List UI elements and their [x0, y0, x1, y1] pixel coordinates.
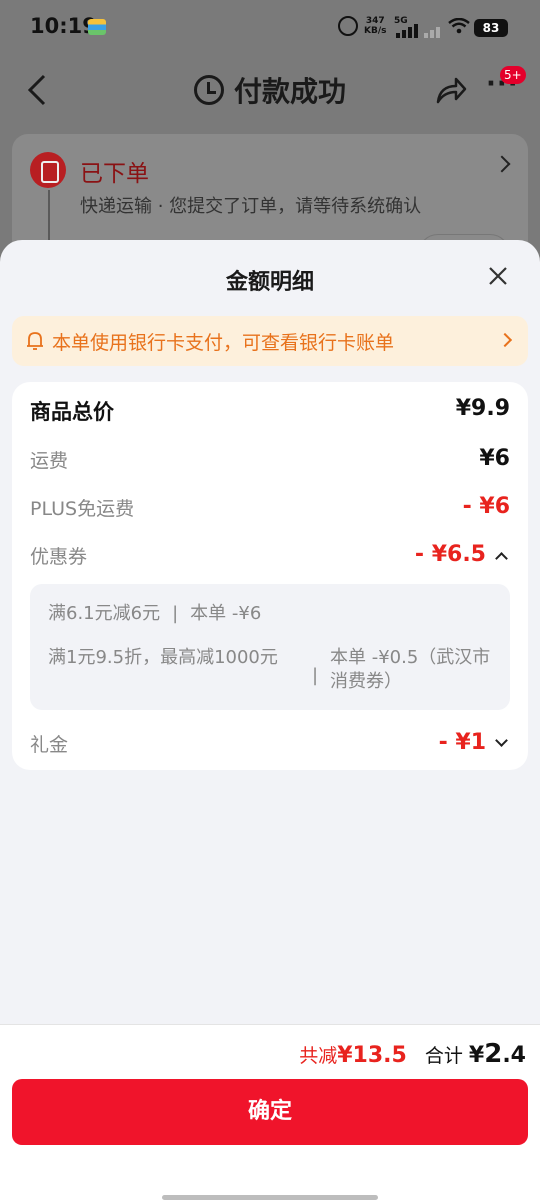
- background-header: 付款成功 ··· 5+: [0, 56, 540, 126]
- page-title-text: 付款成功: [233, 75, 346, 108]
- total-symbol: ¥: [468, 1043, 485, 1068]
- shipping-value: ¥6: [479, 446, 510, 471]
- summary: 共减¥13.5 合计 ¥2.4: [299, 1039, 526, 1069]
- network-speed: 347 KB/s: [364, 16, 386, 36]
- amount-card: 商品总价 ¥9.9 运费 ¥6 PLUS免运费 - ¥6 优惠券 - ¥6.5 …: [12, 382, 528, 770]
- signal-icon: [396, 24, 446, 38]
- total-int: 2: [484, 1039, 503, 1069]
- bell-icon: [27, 332, 43, 350]
- chevron-up-icon[interactable]: [495, 552, 508, 565]
- coupon-saving: 本单 -¥6: [190, 603, 262, 624]
- notice-text: 本单使用银行卡支付，可查看银行卡账单: [52, 332, 395, 354]
- coupon-rule: 满1元9.5折，最高减1000元: [48, 647, 278, 668]
- coupon-label: 优惠券: [30, 546, 88, 568]
- coupon-detail-box: 满6.1元减6元 | 本单 -¥6 满1元9.5折，最高减1000元 | 本单 -¥0.…: [30, 584, 510, 710]
- coupon-detail-item: 满6.1元减6元 | 本单 -¥6: [48, 602, 261, 626]
- row-coupon[interactable]: 优惠券 - ¥6.5: [30, 542, 510, 576]
- close-icon[interactable]: [486, 264, 510, 288]
- status-bar: 10:19 347 KB/s 5G 83: [0, 0, 540, 56]
- plus-value: - ¥6: [462, 494, 510, 519]
- network-speed-value: 347: [365, 16, 385, 26]
- wifi-icon: [448, 18, 470, 34]
- coupon-rule: 满6.1元减6元: [48, 603, 161, 624]
- total-dec: .4: [502, 1043, 526, 1068]
- chevron-down-icon[interactable]: [495, 734, 508, 747]
- shipping-label: 运费: [30, 450, 69, 472]
- clock-icon: [193, 75, 224, 105]
- goods-total-label: 商品总价: [30, 400, 114, 424]
- total-label: 合计: [424, 1045, 463, 1067]
- confirm-button[interactable]: 确定: [12, 1079, 528, 1145]
- divider: |: [312, 665, 319, 686]
- order-status-desc: 快递运输 · 您提交了订单，请等待系统确认: [80, 196, 422, 217]
- coupon-value: - ¥6.5: [414, 542, 486, 567]
- order-status-title: 已下单: [80, 161, 149, 187]
- share-icon[interactable]: [434, 74, 468, 106]
- chevron-right-icon: [493, 155, 511, 173]
- network-speed-unit: KB/s: [364, 26, 387, 36]
- plus-label: PLUS免运费: [30, 498, 135, 520]
- total-value: ¥2.4: [468, 1039, 526, 1069]
- battery-indicator: 83: [474, 19, 508, 37]
- divider: |: [172, 603, 179, 624]
- sheet-title: 金额明细: [225, 270, 314, 295]
- footer-bar: 共减¥13.5 合计 ¥2.4 确定: [0, 1024, 540, 1200]
- coupon-saving: 本单 -¥0.5（武汉市消费券）: [330, 647, 491, 692]
- gift-label: 礼金: [30, 734, 69, 756]
- home-indicator[interactable]: [162, 1195, 378, 1200]
- chevron-right-icon: [497, 332, 513, 348]
- notification-app-icon: [88, 19, 106, 35]
- order-icon: [30, 152, 66, 188]
- status-time: 10:19: [30, 14, 97, 38]
- coupon-detail-item: 满1元9.5折，最高减1000元 | 本单 -¥0.5（武汉市消费券）: [48, 646, 490, 692]
- saved-label: 共减: [299, 1045, 338, 1067]
- goods-total-value: ¥9.9: [455, 396, 510, 421]
- row-goods-total: 商品总价 ¥9.9: [30, 396, 510, 430]
- row-gift-money[interactable]: 礼金 - ¥1: [30, 730, 510, 764]
- bank-card-notice[interactable]: 本单使用银行卡支付，可查看银行卡账单: [12, 316, 528, 366]
- row-shipping: 运费 ¥6: [30, 446, 510, 480]
- message-badge: 5+: [500, 66, 526, 84]
- row-plus-free-shipping: PLUS免运费 - ¥6: [30, 494, 510, 528]
- alarm-icon: [338, 16, 358, 36]
- saved-value: ¥13.5: [337, 1043, 407, 1068]
- gift-value: - ¥1: [438, 730, 486, 755]
